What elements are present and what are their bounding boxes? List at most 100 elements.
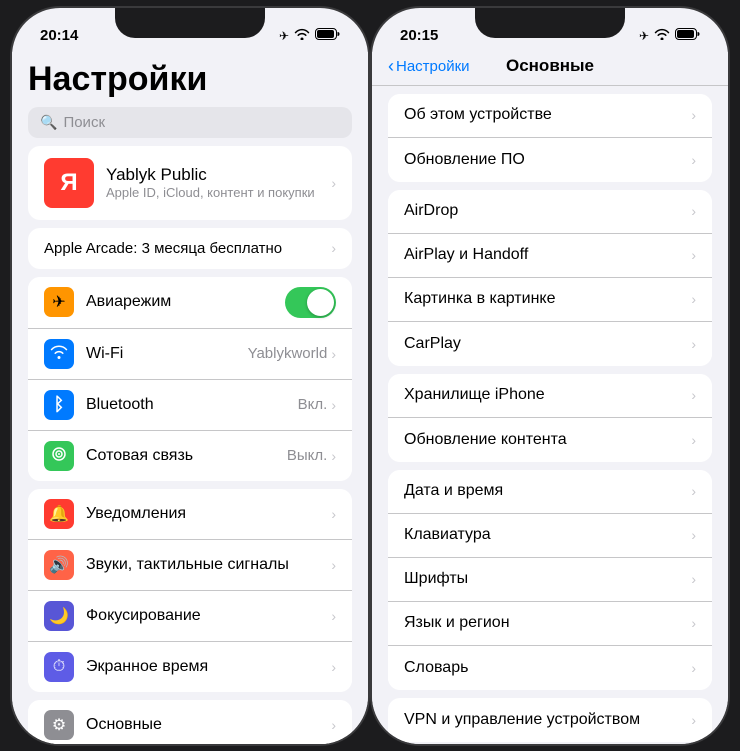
arcade-text: Apple Arcade: 3 месяца бесплатно <box>44 240 282 257</box>
row-screen-time[interactable]: ⏱ Экранное время › <box>28 642 352 692</box>
search-icon: 🔍 <box>40 114 57 131</box>
update-chevron: › <box>691 152 696 168</box>
cellular-value: Выкл. <box>287 447 327 464</box>
section-device: Об этом устройстве › Обновление ПО › <box>388 94 712 182</box>
pip-chevron: › <box>691 291 696 307</box>
row-sounds[interactable]: 🔊 Звуки, тактильные сигналы › <box>28 540 352 591</box>
bluetooth-chevron: › <box>331 397 336 413</box>
notch-right <box>475 8 625 38</box>
section-connectivity: AirDrop › AirPlay и Handoff › Картинка в… <box>388 190 712 366</box>
wifi-value: Yablykworld <box>248 345 328 362</box>
page-title: Основные <box>506 56 594 76</box>
row-about[interactable]: Об этом устройстве › <box>388 94 712 138</box>
account-chevron: › <box>331 175 336 191</box>
general-icon: ⚙ <box>44 710 74 740</box>
row-bluetooth[interactable]: ᛒ Bluetooth Вкл. › <box>28 380 352 431</box>
row-fonts[interactable]: Шрифты › <box>388 558 712 602</box>
airplane-row-icon: ✈ <box>44 287 74 317</box>
left-screen: Настройки 🔍 Поиск Я Yablyk Public Apple … <box>12 52 368 744</box>
right-screen: ‹ Настройки Основные Об этом устройстве … <box>372 52 728 744</box>
focus-icon: 🌙 <box>44 601 74 631</box>
row-dictionary[interactable]: Словарь › <box>388 646 712 690</box>
status-time-right: 20:15 <box>400 27 438 44</box>
row-language[interactable]: Язык и регион › <box>388 602 712 646</box>
airplay-chevron: › <box>691 247 696 263</box>
battery-icon-right <box>675 28 700 43</box>
connectivity-section: ✈ Авиарежим <box>28 277 352 481</box>
screen-time-icon: ⏱ <box>44 652 74 682</box>
row-airplay-handoff[interactable]: AirPlay и Handoff › <box>388 234 712 278</box>
account-avatar: Я <box>44 158 94 208</box>
about-chevron: › <box>691 107 696 123</box>
status-icons-left: ✈ <box>279 28 340 43</box>
cellular-row-icon <box>44 441 74 471</box>
arcade-banner[interactable]: Apple Arcade: 3 месяца бесплатно › <box>28 228 352 269</box>
row-pip[interactable]: Картинка в картинке › <box>388 278 712 322</box>
status-time-left: 20:14 <box>40 27 78 44</box>
account-row[interactable]: Я Yablyk Public Apple ID, iCloud, контен… <box>28 146 352 220</box>
battery-icon <box>315 28 340 43</box>
bluetooth-value: Вкл. <box>298 396 328 413</box>
status-icons-right: ✈ <box>639 28 700 43</box>
wifi-label: Wi-Fi <box>86 345 248 363</box>
airplane-label: Авиарежим <box>86 293 285 311</box>
row-bg-refresh[interactable]: Обновление контента › <box>388 418 712 462</box>
general-section: ⚙ Основные › 🎛 Пункт управления › <box>28 700 352 744</box>
wifi-row-icon <box>44 339 74 369</box>
wifi-icon <box>294 28 310 43</box>
wifi-icon-right <box>654 28 670 43</box>
notifications-section: 🔔 Уведомления › 🔊 Звуки, тактильные сигн… <box>28 489 352 692</box>
row-airdrop[interactable]: AirDrop › <box>388 190 712 234</box>
row-notifications[interactable]: 🔔 Уведомления › <box>28 489 352 540</box>
nav-bar: ‹ Настройки Основные <box>372 52 728 86</box>
dictionary-chevron: › <box>691 660 696 676</box>
section-regional: Дата и время › Клавиатура › Шрифты › Язы… <box>388 470 712 690</box>
row-wifi[interactable]: Wi-Fi Yablykworld › <box>28 329 352 380</box>
cellular-label: Сотовая связь <box>86 447 287 465</box>
fonts-chevron: › <box>691 571 696 587</box>
row-storage[interactable]: Хранилище iPhone › <box>388 374 712 418</box>
search-placeholder: Поиск <box>63 114 105 131</box>
airplane-icon-right: ✈ <box>639 29 649 43</box>
vpn-chevron: › <box>691 712 696 728</box>
bg-refresh-chevron: › <box>691 432 696 448</box>
back-button[interactable]: ‹ Настройки <box>388 56 470 77</box>
account-info: Yablyk Public Apple ID, iCloud, контент … <box>106 165 331 200</box>
wifi-chevron: › <box>331 346 336 362</box>
airplane-toggle[interactable] <box>285 287 336 318</box>
row-keyboard[interactable]: Клавиатура › <box>388 514 712 558</box>
row-vpn[interactable]: VPN и управление устройством › <box>388 698 712 742</box>
right-phone: 20:15 ✈ ‹ Наст <box>370 6 730 746</box>
back-chevron-icon: ‹ <box>388 56 394 77</box>
row-carplay[interactable]: CarPlay › <box>388 322 712 366</box>
notifications-icon: 🔔 <box>44 499 74 529</box>
settings-header: Настройки 🔍 Поиск <box>12 52 368 146</box>
section-vpn: VPN и управление устройством › <box>388 698 712 742</box>
arcade-chevron: › <box>331 240 336 256</box>
settings-title: Настройки <box>28 60 352 99</box>
row-datetime[interactable]: Дата и время › <box>388 470 712 514</box>
right-content: Об этом устройстве › Обновление ПО › Air… <box>372 86 728 744</box>
carplay-chevron: › <box>691 336 696 352</box>
left-phone: 20:14 ✈ Настройки 🔍 <box>10 6 370 746</box>
notch <box>115 8 265 38</box>
bluetooth-row-icon: ᛒ <box>44 390 74 420</box>
row-update[interactable]: Обновление ПО › <box>388 138 712 182</box>
keyboard-chevron: › <box>691 527 696 543</box>
account-name: Yablyk Public <box>106 165 331 185</box>
sounds-icon: 🔊 <box>44 550 74 580</box>
datetime-chevron: › <box>691 483 696 499</box>
row-airplane[interactable]: ✈ Авиарежим <box>28 277 352 329</box>
section-storage: Хранилище iPhone › Обновление контента › <box>388 374 712 462</box>
bluetooth-label: Bluetooth <box>86 396 298 414</box>
row-focus[interactable]: 🌙 Фокусирование › <box>28 591 352 642</box>
row-general[interactable]: ⚙ Основные › <box>28 700 352 744</box>
airdrop-chevron: › <box>691 203 696 219</box>
row-cellular[interactable]: Сотовая связь Выкл. › <box>28 431 352 481</box>
cellular-chevron: › <box>331 448 336 464</box>
airplane-icon: ✈ <box>279 29 289 43</box>
account-subtitle: Apple ID, iCloud, контент и покупки <box>106 185 331 200</box>
back-label: Настройки <box>396 58 470 75</box>
storage-chevron: › <box>691 387 696 403</box>
search-bar[interactable]: 🔍 Поиск <box>28 107 352 138</box>
